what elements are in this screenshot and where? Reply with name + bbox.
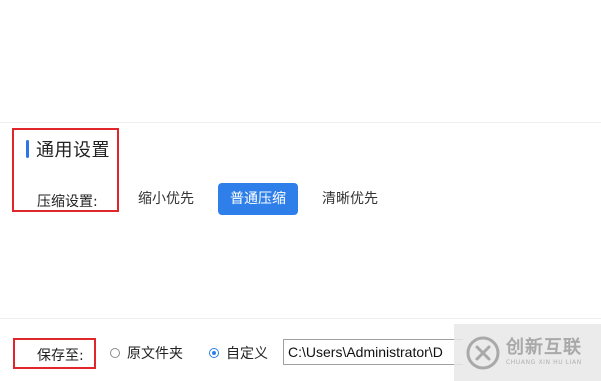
divider xyxy=(0,122,601,123)
section-accent-bar xyxy=(26,140,29,158)
compress-option-clear[interactable]: 清晰优先 xyxy=(312,183,388,215)
radio-custom[interactable]: 自定义 xyxy=(209,343,268,363)
compress-setting-label: 压缩设置: xyxy=(37,194,98,210)
radio-label: 自定义 xyxy=(226,346,268,362)
radio-label: 原文件夹 xyxy=(127,346,183,362)
settings-panel: 通用设置 压缩设置: 缩小优先 普通压缩 清晰优先 保存至: 原文件夹 自定义 … xyxy=(0,0,601,381)
compress-option-smaller[interactable]: 缩小优先 xyxy=(126,183,206,215)
watermark-brand: 创新互联 xyxy=(506,337,582,358)
radio-circle-icon[interactable] xyxy=(110,348,120,358)
radio-original-folder[interactable]: 原文件夹 xyxy=(110,343,183,363)
section-title: 通用设置 xyxy=(36,140,110,161)
section-header: 通用设置 xyxy=(26,138,110,161)
watermark-subtext: CHUANG XIN HU LIAN xyxy=(506,359,582,366)
radio-circle-checked-icon[interactable] xyxy=(209,348,219,358)
compress-option-normal[interactable]: 普通压缩 xyxy=(218,183,298,215)
save-path-input[interactable] xyxy=(283,339,463,365)
divider xyxy=(0,318,601,319)
brand-logo-icon xyxy=(466,336,500,369)
watermark: 创新互联 CHUANG XIN HU LIAN xyxy=(454,324,601,381)
save-to-label: 保存至: xyxy=(37,348,84,364)
